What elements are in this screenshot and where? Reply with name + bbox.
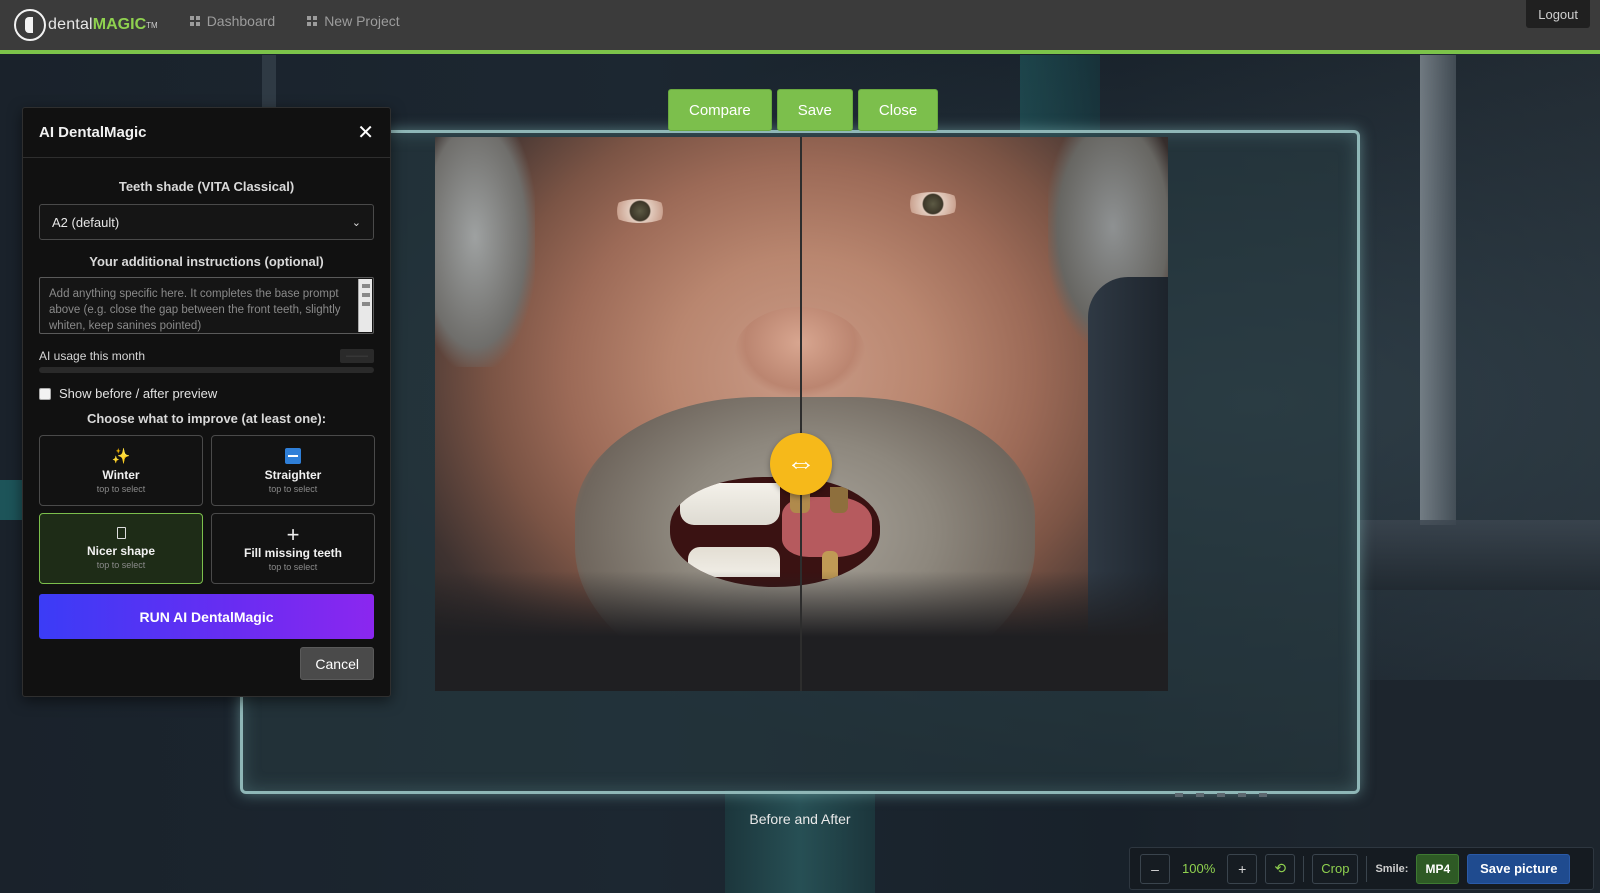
- photo-detail: [903, 192, 963, 216]
- preview-toggle[interactable]: Show before / after preview: [39, 386, 374, 401]
- shade-select[interactable]: A2 (default) ⌄: [39, 204, 374, 240]
- crop-button[interactable]: Crop: [1312, 853, 1359, 884]
- photo-detail: [830, 487, 848, 513]
- compare-button[interactable]: Compare: [668, 89, 772, 131]
- option-winter[interactable]: ✨ Winter top to select: [39, 435, 203, 506]
- option-sub: top to select: [268, 483, 318, 494]
- tooth-shape-icon: [116, 527, 126, 539]
- ai-dentalmagic-panel: AI DentalMagic ✕ Teeth shade (VITA Class…: [22, 107, 391, 697]
- dot[interactable]: [1196, 793, 1204, 797]
- smile-label: Smile:: [1375, 862, 1409, 875]
- straighten-icon: [285, 447, 301, 464]
- cancel-button[interactable]: Cancel: [300, 647, 374, 680]
- viewer-caption: Before and After: [749, 811, 851, 827]
- compare-divider[interactable]: [800, 137, 802, 691]
- photo-detail: [680, 483, 780, 525]
- sparkle-icon: ✨: [111, 447, 131, 465]
- preview-label: Show before / after preview: [59, 386, 218, 401]
- pagination-dots: [1175, 793, 1267, 797]
- nav-new-project-label: New Project: [324, 13, 400, 29]
- dot[interactable]: [1238, 793, 1246, 797]
- improve-options: ✨ Winter top to select Straighter top to…: [39, 435, 375, 584]
- save-picture-button[interactable]: Save picture: [1467, 853, 1571, 884]
- bottom-toolbar: – 100% + ⟲ Crop Smile: MP4 Save picture: [1129, 847, 1594, 890]
- textarea-scrollbar[interactable]: [358, 279, 372, 332]
- background-decor: [1420, 55, 1456, 525]
- logout-button[interactable]: Logout: [1526, 0, 1590, 28]
- option-nicer-shape[interactable]: Nicer shape top to select: [39, 513, 203, 584]
- background-decor: [0, 480, 22, 520]
- photo-detail: [610, 199, 670, 223]
- save-button[interactable]: Save: [776, 89, 853, 131]
- zoom-out-button[interactable]: –: [1140, 853, 1170, 884]
- grid-icon: [307, 16, 318, 26]
- instructions-placeholder: Add anything specific here. It completes…: [49, 288, 341, 332]
- dot[interactable]: [1217, 793, 1225, 797]
- option-sub: top to select: [96, 560, 146, 570]
- nav-dashboard[interactable]: Dashboard: [189, 13, 276, 29]
- option-straighter[interactable]: Straighter top to select: [211, 435, 375, 506]
- compare-slider-handle[interactable]: ⇔: [770, 433, 832, 495]
- option-sub: top to select: [96, 483, 146, 494]
- panel-title: AI DentalMagic: [39, 124, 147, 141]
- logo-icon: [14, 9, 46, 41]
- logo-trademark: TM: [146, 20, 158, 30]
- preview-checkbox[interactable]: [39, 387, 51, 400]
- reset-zoom-button[interactable]: ⟲: [1265, 853, 1296, 884]
- viewer-actions: Compare Save Close: [668, 89, 939, 131]
- grid-icon: [189, 16, 200, 26]
- reset-icon: ⟲: [1274, 860, 1287, 876]
- chevron-down-icon: ⌄: [351, 216, 361, 229]
- photo-detail: [435, 137, 535, 367]
- dot[interactable]: [1175, 793, 1183, 797]
- choose-label: Choose what to improve (at least one):: [86, 411, 327, 426]
- zoom-in-button[interactable]: +: [1227, 853, 1258, 884]
- logo-prefix: dental: [48, 16, 93, 33]
- option-title: Winter: [102, 467, 140, 482]
- instructions-textarea[interactable]: Add anything specific here. It completes…: [39, 277, 374, 334]
- shade-select-value: A2 (default): [52, 214, 120, 230]
- ai-usage-row: AI usage this month ——: [39, 349, 374, 363]
- nav-dashboard-label: Dashboard: [206, 13, 276, 29]
- close-icon[interactable]: ✕: [357, 123, 374, 143]
- option-title: Nicer shape: [86, 544, 156, 558]
- toolbar-divider: [1303, 855, 1305, 882]
- top-bar: dental MAGIC TM Dashboard New Project Logo…: [0, 0, 1600, 50]
- background-decor: [262, 55, 276, 115]
- dot[interactable]: [1259, 793, 1267, 797]
- logo-accent: MAGIC: [92, 16, 147, 33]
- option-title: Straighter: [264, 467, 322, 482]
- nav-new-project[interactable]: New Project: [307, 13, 400, 29]
- background-decor: [725, 790, 875, 893]
- ai-usage-label: AI usage this month: [39, 349, 146, 363]
- run-ai-button[interactable]: RUN AI DentalMagic: [39, 594, 374, 639]
- panel-header: AI DentalMagic ✕: [23, 108, 390, 158]
- top-bar-accent-line: [0, 50, 1600, 54]
- mp4-button[interactable]: MP4: [1416, 853, 1460, 884]
- plus-icon: +: [286, 521, 300, 547]
- instructions-label: Your additional instructions (optional): [89, 254, 324, 269]
- ai-usage-value: ——: [340, 349, 374, 363]
- option-title: Fill missing teeth: [243, 545, 342, 560]
- arrows-horizontal-icon: ⇔: [786, 447, 816, 480]
- background-decor: [1360, 520, 1600, 590]
- app-logo[interactable]: dental MAGIC TM: [14, 5, 158, 45]
- option-sub: top to select: [268, 561, 318, 572]
- option-fill-missing-teeth[interactable]: + Fill missing teeth top to select: [211, 513, 375, 584]
- ai-usage-bar: [39, 367, 374, 373]
- shade-label: Teeth shade (VITA Classical): [118, 179, 295, 194]
- zoom-level: 100%: [1182, 861, 1216, 876]
- close-button[interactable]: Close: [857, 89, 939, 131]
- toolbar-divider: [1366, 855, 1368, 882]
